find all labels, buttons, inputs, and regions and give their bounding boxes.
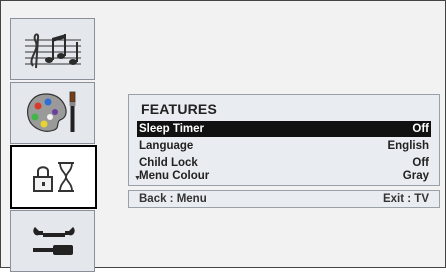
menu-item-label: Menu Colour (139, 170, 210, 182)
menu-item-menu-colour[interactable]: ▼ Menu Colour Gray (134, 168, 431, 184)
scroll-down-icon: ▼ (134, 175, 141, 182)
menu-item-sleep-timer[interactable]: Sleep Timer Off (137, 121, 431, 137)
menu-item-language[interactable]: Language English (137, 138, 431, 154)
tv-menu-screen: FEATURES Sleep Timer Off Language Englis… (0, 0, 446, 272)
menu-item-value: Off (412, 123, 429, 135)
install-tab[interactable] (10, 210, 95, 272)
features-tab[interactable] (10, 145, 97, 209)
music-notes-icon (24, 33, 81, 69)
sound-tab[interactable] (10, 18, 95, 80)
wrench-screwdriver-icon (32, 227, 75, 255)
menu-footer: Back : Menu Exit : TV (128, 190, 440, 208)
exit-hint: Exit : TV (382, 193, 429, 205)
features-menu: FEATURES Sleep Timer Off Language Englis… (128, 94, 440, 186)
back-hint: Back : Menu (139, 193, 207, 205)
paint-palette-icon (26, 91, 75, 132)
picture-tab[interactable] (10, 82, 95, 144)
menu-item-value: Gray (402, 170, 429, 182)
menu-item-label: Language (139, 140, 194, 152)
menu-item-value: English (387, 140, 429, 152)
lock-hourglass-icon (32, 162, 74, 192)
menu-title: FEATURES (141, 101, 218, 117)
menu-item-label: Sleep Timer (139, 123, 204, 135)
